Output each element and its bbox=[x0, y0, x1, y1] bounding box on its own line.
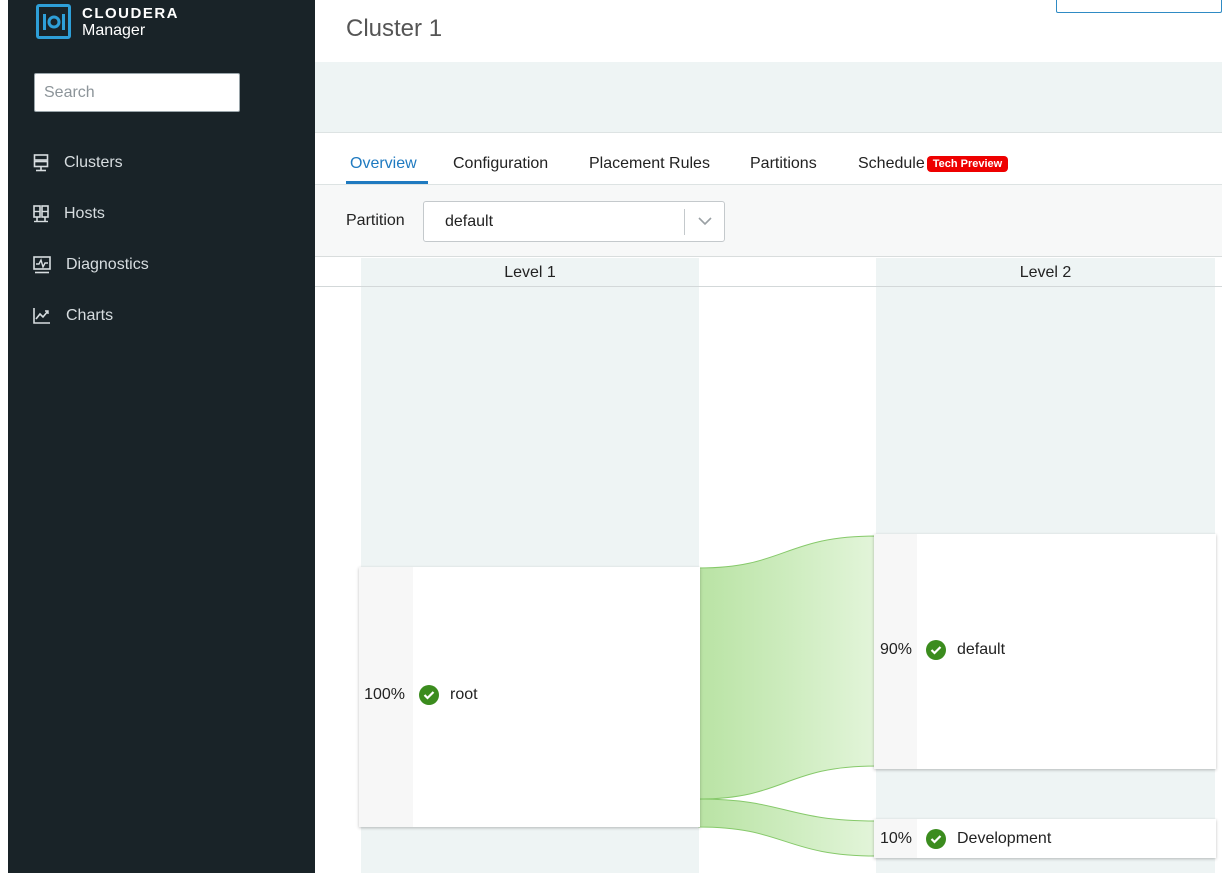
queue-percent: 10% bbox=[879, 830, 912, 847]
status-banner bbox=[315, 62, 1222, 133]
brand-title: CLOUDERA bbox=[82, 4, 179, 22]
queue-hierarchy: Level 1 Level 2 100% root 90% default 10… bbox=[315, 258, 1222, 873]
tab-overview[interactable]: Overview bbox=[350, 155, 417, 173]
pulse-icon bbox=[33, 255, 51, 273]
check-circle-icon bbox=[419, 685, 439, 705]
tab-schedule-label: Schedule bbox=[858, 155, 925, 172]
tab-configuration[interactable]: Configuration bbox=[453, 155, 548, 173]
brand-subtitle: Manager bbox=[82, 21, 146, 39]
sidebar: CLOUDERA Manager Clusters bbox=[8, 0, 315, 873]
sidebar-item-label: Charts bbox=[66, 306, 114, 324]
queue-row: 90% default bbox=[866, 640, 1005, 660]
check-circle-icon bbox=[926, 829, 946, 849]
partition-select[interactable]: default bbox=[423, 201, 725, 242]
partition-label: Partition bbox=[346, 212, 405, 229]
queue-node-root[interactable]: 100% root bbox=[359, 567, 700, 827]
page-title: Cluster 1 bbox=[346, 15, 443, 42]
partition-bar: Partition default bbox=[315, 185, 1222, 257]
sidebar-item-diagnostics[interactable]: Diagnostics bbox=[33, 239, 149, 290]
queue-percent: 100% bbox=[364, 686, 405, 703]
sidebar-item-clusters[interactable]: Clusters bbox=[33, 137, 149, 188]
sidebar-item-label: Hosts bbox=[64, 204, 105, 222]
app-window: CLOUDERA Manager Clusters bbox=[0, 0, 1222, 873]
sidebar-nav: Clusters Hosts Diagnostics Charts bbox=[33, 137, 149, 341]
queue-row: 100% root bbox=[359, 685, 478, 705]
queue-name: Development bbox=[957, 830, 1052, 847]
sidebar-item-label: Diagnostics bbox=[66, 255, 149, 273]
select-divider bbox=[684, 209, 685, 235]
hosts-icon bbox=[33, 204, 49, 222]
cloudera-logo-icon bbox=[36, 4, 71, 39]
sidebar-item-hosts[interactable]: Hosts bbox=[33, 188, 149, 239]
top-action-button[interactable] bbox=[1056, 0, 1222, 13]
queue-row: 10% Development bbox=[866, 829, 1051, 849]
main-content: Cluster 1 Overview Configuration Placeme… bbox=[315, 0, 1222, 873]
partition-select-value: default bbox=[445, 213, 494, 230]
queue-name: default bbox=[957, 641, 1006, 658]
tab-placement-rules[interactable]: Placement Rules bbox=[589, 155, 710, 173]
left-gutter bbox=[0, 0, 8, 873]
sidebar-item-charts[interactable]: Charts bbox=[33, 290, 149, 341]
flow-root-to-default bbox=[698, 535, 877, 800]
sidebar-item-label: Clusters bbox=[64, 153, 123, 171]
queue-node-default[interactable]: 90% default bbox=[874, 534, 1216, 769]
queue-name: root bbox=[450, 686, 478, 703]
flow-root-to-development bbox=[698, 798, 877, 857]
tab-bar: Overview Configuration Placement Rules P… bbox=[315, 134, 1222, 185]
tab-partitions[interactable]: Partitions bbox=[750, 155, 817, 173]
queue-percent: 90% bbox=[879, 641, 912, 658]
check-circle-icon bbox=[926, 640, 946, 660]
chevron-down-icon bbox=[698, 217, 712, 226]
server-icon bbox=[33, 153, 49, 171]
brand[interactable]: CLOUDERA Manager bbox=[36, 4, 179, 39]
line-chart-icon bbox=[33, 307, 50, 324]
search-input[interactable] bbox=[34, 73, 240, 112]
tech-preview-badge: Tech Preview bbox=[926, 156, 1009, 172]
queue-node-development[interactable]: 10% Development bbox=[874, 819, 1216, 858]
tab-schedule[interactable]: Schedule Tech Preview bbox=[858, 155, 1009, 173]
active-tab-indicator bbox=[346, 181, 428, 184]
